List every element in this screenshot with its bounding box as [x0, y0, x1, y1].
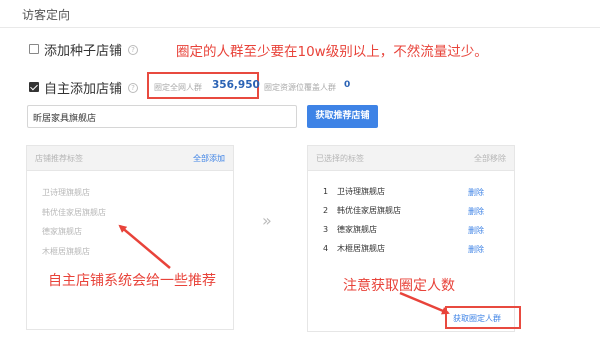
- arrow-to-recommendations: [118, 224, 171, 269]
- annotation-arrows: [118, 224, 450, 315]
- arrow-to-get-crowd: [399, 291, 450, 315]
